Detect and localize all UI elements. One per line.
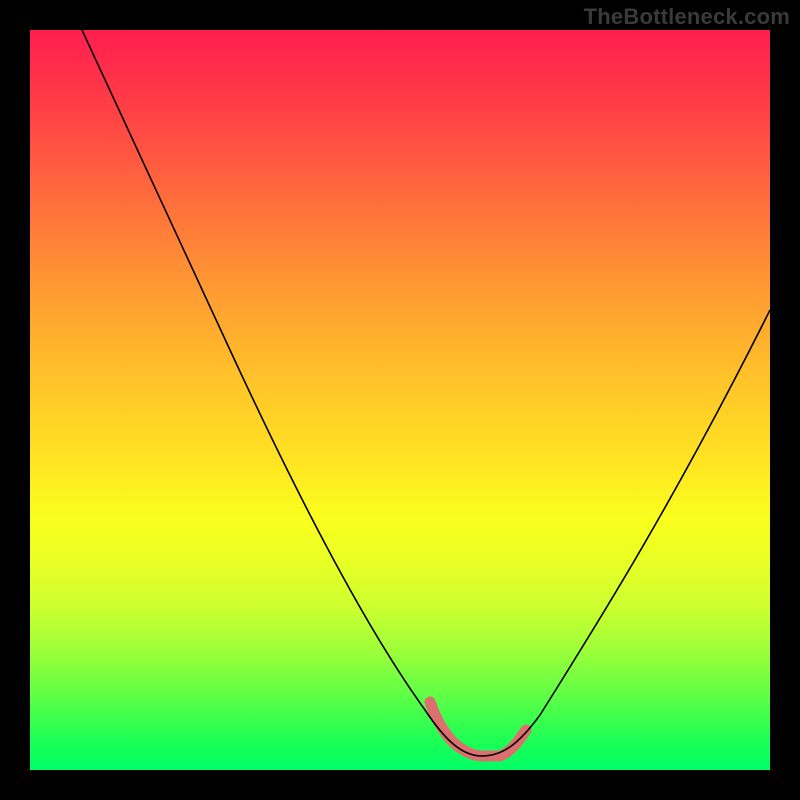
highlight-segment [430, 702, 526, 756]
bottleneck-curve [82, 30, 770, 756]
plot-area [30, 30, 770, 770]
chart-frame: TheBottleneck.com [0, 0, 800, 800]
curve-svg [30, 30, 770, 770]
watermark-text: TheBottleneck.com [584, 4, 790, 30]
